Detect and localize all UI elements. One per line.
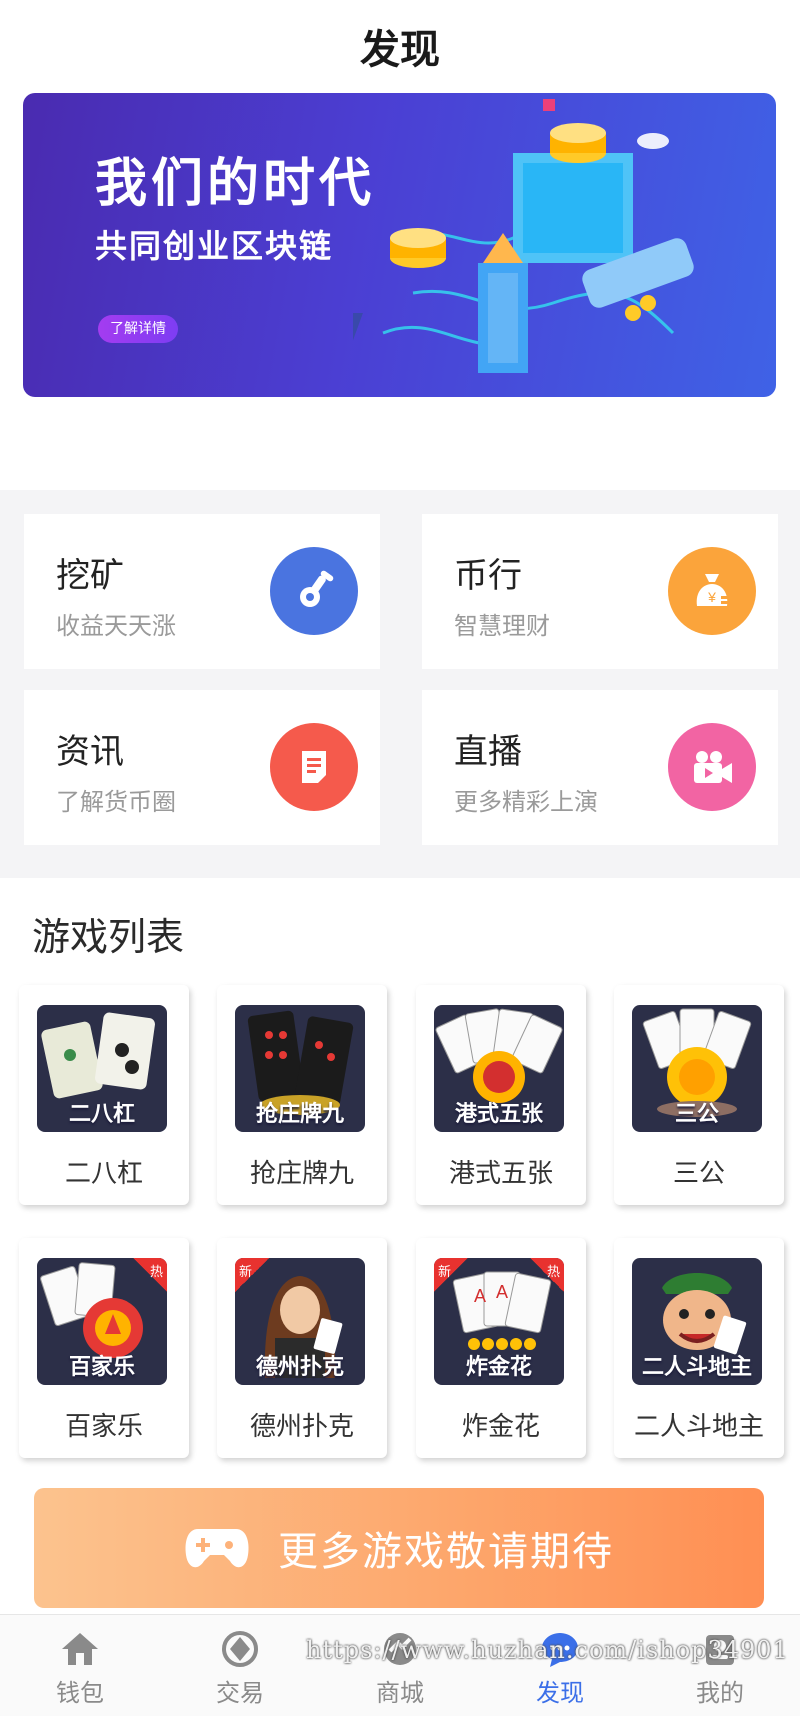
new-badge: 新 [434,1258,468,1292]
game-card-erbagang[interactable]: 二八杠 二八杠 [19,985,189,1205]
game-thumbnail: 德州扑克 新 [235,1258,365,1385]
svg-text:¥: ¥ [707,589,716,605]
promo-banner[interactable]: 我们的时代 共同创业区块链 了解详情 [23,93,776,397]
bottom-tab-bar: 钱包 交易 商城 发现 我的 [0,1614,800,1716]
feature-coin-bank[interactable]: 币行 智慧理财 ¥ [422,514,778,669]
banner-details-button[interactable]: 了解详情 [98,315,178,343]
game-thumbnail-caption: 炸金花 [465,1355,532,1380]
blockchain-illustration [353,99,694,373]
svg-text:A: A [496,1282,508,1302]
game-card-erren-doudizhu[interactable]: 二人斗地主 二人斗地主 [614,1238,784,1458]
game-name: 港式五张 [448,1159,553,1189]
feature-news[interactable]: 资讯 了解货币圈 [24,690,380,845]
feature-mining[interactable]: 挖矿 收益天天涨 [24,514,380,669]
tab-discover[interactable]: 发现 [480,1615,640,1716]
game-list-title: 游戏列表 [32,915,185,959]
tab-label: 交易 [216,1679,264,1707]
feature-title: 挖矿 [56,556,124,596]
game-thumbnail: 二八杠 [37,1005,167,1132]
tab-shop[interactable]: 商城 [320,1615,480,1716]
feature-live[interactable]: 直播 更多精彩上演 [422,690,778,845]
game-thumbnail-caption: 抢庄牌九 [255,1102,344,1127]
game-name: 炸金花 [461,1412,540,1442]
game-thumbnail-caption: 二八杠 [68,1102,135,1127]
game-thumbnail-caption: 三公 [674,1102,719,1127]
news-icon [270,723,358,811]
feature-subtitle: 收益天天涨 [56,612,176,640]
tab-label: 我的 [696,1679,744,1707]
tab-wallet[interactable]: 钱包 [0,1615,160,1716]
game-thumbnail: 三公 [632,1005,762,1132]
page-title: 发现 [360,27,440,73]
game-thumbnail: 抢庄牌九 [235,1005,365,1132]
game-thumbnail: 港式五张 [434,1005,564,1132]
feature-subtitle: 更多精彩上演 [454,788,598,816]
game-thumbnail-caption: 二人斗地主 [641,1355,752,1380]
game-name: 三公 [672,1159,725,1189]
more-games-button[interactable]: 更多游戏敬请期待 [34,1488,764,1608]
mining-icon [270,547,358,635]
game-thumbnail: 二人斗地主 [632,1258,762,1385]
hot-badge: 热 [133,1258,167,1292]
tab-trade[interactable]: 交易 [160,1615,320,1716]
game-thumbnail-caption: 百家乐 [68,1355,135,1380]
tab-profile[interactable]: 我的 [640,1615,800,1716]
game-name: 德州扑克 [249,1412,354,1442]
gamepad-icon [185,1529,249,1568]
game-card-dezhou-puke[interactable]: 德州扑克 新 德州扑克 [217,1238,387,1458]
game-card-gangshi-wuzhang[interactable]: 港式五张 港式五张 [416,985,586,1205]
game-card-qiangzhuang-paijiu[interactable]: 抢庄牌九 抢庄牌九 [217,985,387,1205]
feature-subtitle: 智慧理财 [454,612,550,640]
game-thumbnail-caption: 德州扑克 [255,1355,344,1380]
game-name: 二八杠 [64,1159,143,1189]
home-icon [62,1633,98,1665]
banner-title: 我们的时代 [95,154,376,214]
feature-title: 币行 [454,556,522,596]
tab-label: 发现 [536,1679,584,1707]
money-bag-icon: ¥ [668,547,756,635]
game-card-baijiale[interactable]: 百家乐 热 百家乐 [19,1238,189,1458]
new-badge: 新 [235,1258,269,1292]
game-name: 抢庄牌九 [249,1159,354,1189]
video-camera-icon [668,723,756,811]
feature-title: 资讯 [56,732,124,772]
tab-label: 钱包 [56,1679,104,1707]
game-thumbnail-caption: 港式五张 [454,1102,543,1127]
game-thumbnail: AA 炸金花 新 热 [434,1258,564,1385]
feature-subtitle: 了解货币圈 [56,788,176,816]
more-games-label: 更多游戏敬请期待 [278,1529,614,1575]
game-thumbnail: 百家乐 热 [37,1258,167,1385]
watermark-text: https://www.huzhan.com/ishop34901 [306,1636,789,1664]
feature-title: 直播 [454,732,522,772]
game-name: 百家乐 [64,1412,143,1442]
page-header: 发现 [0,0,800,92]
banner-subtitle: 共同创业区块链 [95,227,334,265]
game-name: 二人斗地主 [633,1412,764,1442]
game-card-sangong[interactable]: 三公 三公 [614,985,784,1205]
hot-badge: 热 [530,1258,564,1292]
game-card-zhajinhua[interactable]: AA 炸金花 新 热 炸金花 [416,1238,586,1458]
svg-text:A: A [474,1286,486,1306]
tab-label: 商城 [376,1679,424,1707]
exchange-icon [222,1631,258,1667]
